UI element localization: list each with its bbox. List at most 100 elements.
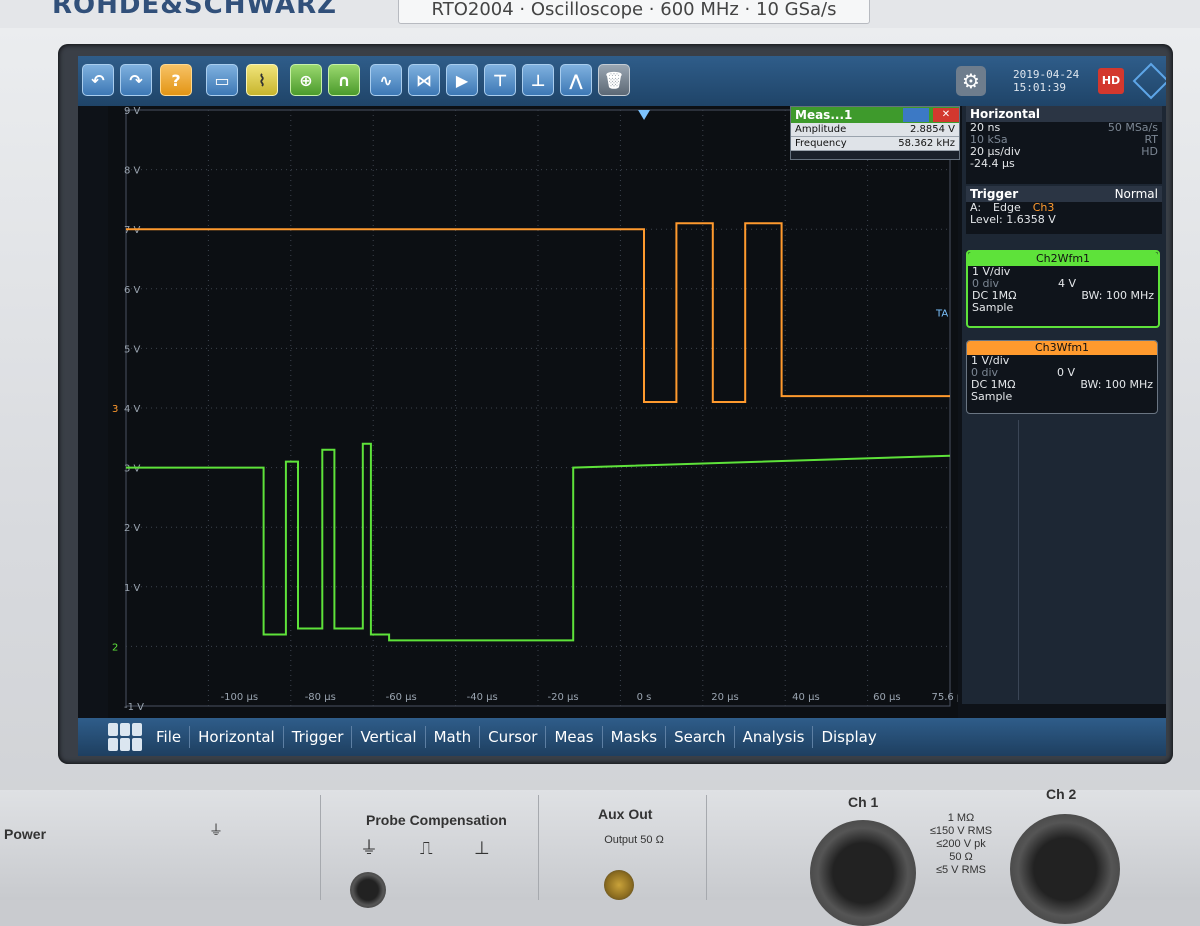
ch2-acquisition: Sample	[972, 301, 1014, 314]
x-tick-label: 0 s	[637, 692, 652, 703]
menu-horizontal[interactable]: Horizontal	[190, 726, 284, 748]
trigger-level-marker: TA	[935, 309, 948, 320]
ground-terminal-icon: ⊥	[474, 838, 490, 858]
measurement-title: Meas...1	[795, 108, 853, 122]
y-tick-label: 1 V	[124, 583, 141, 594]
side-divider	[1018, 420, 1019, 700]
ch1-connector[interactable]	[810, 820, 916, 926]
ch2-info-box[interactable]: Ch2Wfm1 1 V/div 0 div 4 V DC 1MΩ BW: 100 M…	[966, 250, 1160, 328]
x-tick-label: -60 µs	[386, 692, 417, 703]
app-menu-icon[interactable]	[108, 723, 142, 751]
trigger-title: Trigger	[970, 187, 1019, 201]
mask-icon[interactable]: ⋈	[408, 64, 440, 96]
menu-math[interactable]: Math	[426, 726, 481, 748]
y-tick-label: 5 V	[124, 344, 141, 355]
y-tick-label: 2 V	[124, 523, 141, 534]
menu-search[interactable]: Search	[666, 726, 735, 748]
menu-masks[interactable]: Masks	[603, 726, 667, 748]
y-tick-label: 6 V	[124, 285, 141, 296]
trigger-position-marker	[638, 110, 651, 120]
resolution-mode: HD	[1141, 145, 1158, 158]
menu-analysis[interactable]: Analysis	[735, 726, 814, 748]
y-tick-label: 4 V	[124, 404, 141, 415]
side-panel: Horizontal 20 ns 50 MSa/s 10 kSa RT 20 µs/…	[962, 106, 1166, 704]
menu-trigger[interactable]: Trigger	[284, 726, 353, 748]
ground-markers: 3 2 TA	[112, 110, 948, 653]
y-axis-labels: 9 V 8 V 7 V 6 V 5 V 4 V 3 V 2 V 1 V -1 V	[124, 106, 144, 713]
bottom-menu-bar: File Horizontal Trigger Vertical Math Cu…	[78, 718, 1166, 756]
horizontal-title: Horizontal	[966, 106, 1162, 122]
panel-divider-3	[706, 795, 707, 900]
cursor-icon[interactable]: ⊥	[522, 64, 554, 96]
usb-icon: ⏚	[209, 822, 223, 838]
rating-200v: ≤200 V pk	[936, 838, 986, 850]
y-tick-label: 9 V	[124, 106, 141, 117]
panel-divider-2	[538, 795, 539, 900]
ratings-text: 1 MΩ ≤150 V RMS ≤200 V pk 50 Ω ≤5 V RMS	[926, 812, 996, 877]
waveform-icon[interactable]: ∿	[370, 64, 402, 96]
x-tick-label: -80 µs	[305, 692, 336, 703]
ch2-connector[interactable]	[1010, 814, 1120, 924]
zoom-icon[interactable]: ⊕	[290, 64, 322, 96]
ground-icon: ⏚	[360, 838, 378, 858]
measurement-window[interactable]: Meas...1 ✕ Amplitude 2.8854 V Frequency …	[790, 106, 960, 160]
rating-150v: ≤150 V RMS	[929, 825, 993, 837]
find-icon[interactable]: ∩	[328, 64, 360, 96]
time-text: 15:01:39	[1013, 81, 1066, 94]
ch3-info-box[interactable]: Ch3Wfm1 1 V/div 0 div 0 V DC 1MΩ BW: 100 M…	[966, 340, 1158, 414]
aux-out-sublabel: Output 50 Ω	[604, 834, 664, 846]
menu-cursor[interactable]: Cursor	[480, 726, 547, 748]
y-tick-label: -1 V	[124, 702, 144, 713]
histogram-icon[interactable]: ⋀	[560, 64, 592, 96]
ch3-bandwidth: BW: 100 MHz	[1080, 378, 1153, 391]
open-folder-icon[interactable]: ▭	[206, 64, 238, 96]
ch3-ground-marker: 3	[112, 404, 118, 415]
ch2-label: Ch 2	[1046, 786, 1077, 802]
minimize-icon[interactable]	[903, 108, 929, 122]
menu-vertical[interactable]: Vertical	[352, 726, 426, 748]
probe-comp-terminal[interactable]	[350, 872, 386, 908]
rs-logo-icon[interactable]	[1132, 62, 1166, 100]
gear-icon[interactable]: ⚙	[956, 66, 986, 96]
menu-display[interactable]: Display	[813, 726, 884, 748]
waveform-plot[interactable]: 9 V 8 V 7 V 6 V 5 V 4 V 3 V 2 V 1 V -1 V -100 µs -…	[108, 106, 958, 718]
play-icon[interactable]: ▶	[446, 64, 478, 96]
front-panel: Power ⏚ Probe Compensation ⏚ ⎍ ⊥ Aux Out…	[0, 786, 1200, 926]
ch3-acquisition: Sample	[971, 390, 1013, 403]
rating-5v: ≤5 V RMS	[935, 864, 987, 876]
measurement-titlebar[interactable]: Meas...1 ✕	[791, 107, 959, 123]
toolbar: ↶ ↷ ? ▭ ⌇ ⊕ ∩ ∿ ⋈ ▶ ⊤ ⊥ ⋀ 🗑 ⚙ 2019-04-24…	[78, 56, 1166, 106]
frequency-label: Frequency	[795, 138, 847, 149]
power-label: Power	[4, 826, 47, 842]
redo-icon[interactable]: ↷	[120, 64, 152, 96]
close-icon[interactable]: ✕	[933, 108, 959, 122]
datetime-display: 2019-04-24 15:01:39	[1013, 68, 1079, 94]
menu-meas[interactable]: Meas	[546, 726, 603, 748]
menu-file[interactable]: File	[148, 726, 191, 748]
help-icon[interactable]: ?	[160, 64, 192, 96]
measure-icon[interactable]: ⊤	[484, 64, 516, 96]
x-tick-label: -40 µs	[467, 692, 498, 703]
x-axis-labels: -100 µs -80 µs -60 µs -40 µs -20 µs 0 s 20 µs 4…	[221, 692, 958, 703]
hd-badge[interactable]: HD	[1098, 68, 1124, 94]
trigger-level: Level: 1.6358 V	[970, 213, 1056, 226]
autoset-icon[interactable]: ⌇	[246, 64, 278, 96]
trigger-panel[interactable]: Trigger Normal A: Edge Ch3 Level: 1.6358 V	[966, 186, 1162, 234]
y-tick-label: 8 V	[124, 166, 141, 177]
undo-icon[interactable]: ↶	[82, 64, 114, 96]
x-tick-label: 60 µs	[873, 692, 900, 703]
x-tick-label: -100 µs	[221, 692, 258, 703]
delete-icon[interactable]: 🗑	[598, 64, 630, 96]
aux-out-connector[interactable]	[604, 870, 634, 900]
y-tick-label: 3 V	[124, 464, 141, 475]
square-wave-icon: ⎍	[420, 838, 433, 858]
frequency-value: 58.362 kHz	[898, 138, 955, 149]
y-tick-label: 7 V	[124, 225, 141, 236]
frequency-row: Frequency 58.362 kHz	[791, 137, 959, 151]
oscilloscope-screen: ↶ ↷ ? ▭ ⌇ ⊕ ∩ ∿ ⋈ ▶ ⊤ ⊥ ⋀ 🗑 ⚙ 2019-04-24…	[78, 56, 1166, 756]
model-label: RTO2004 · Oscilloscope · 600 MHz · 10 GS…	[398, 0, 870, 24]
horizontal-panel[interactable]: Horizontal 20 ns 50 MSa/s 10 kSa RT 20 µs/…	[966, 106, 1162, 184]
amplitude-row: Amplitude 2.8854 V	[791, 123, 959, 137]
panel-divider-1	[320, 795, 321, 900]
probe-compensation-label: Probe Compensation	[366, 812, 507, 828]
